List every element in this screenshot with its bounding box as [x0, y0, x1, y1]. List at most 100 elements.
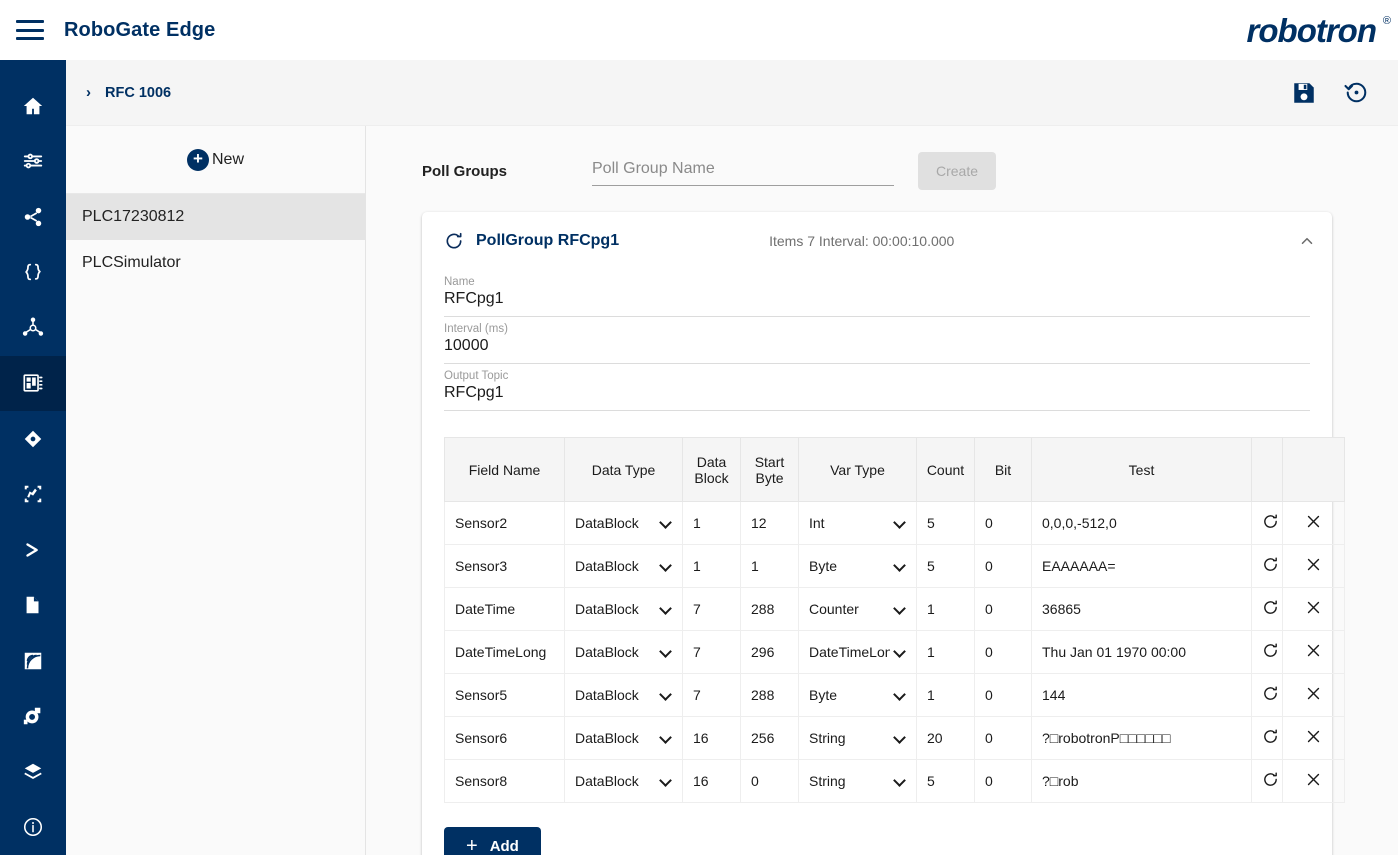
cell-count[interactable]: 1 [916, 673, 975, 717]
var-type-select[interactable]: Int [809, 515, 906, 531]
sidebar-item-files[interactable] [0, 578, 66, 634]
cell-var-type[interactable]: String [798, 759, 917, 803]
cell-count[interactable]: 5 [916, 544, 975, 588]
cell-data-type[interactable]: DataBlock [564, 630, 683, 674]
cell-refresh[interactable] [1251, 630, 1283, 674]
cell-field-name[interactable]: Sensor2 [444, 501, 565, 545]
save-icon[interactable] [1291, 80, 1317, 106]
row-delete-icon[interactable] [1305, 642, 1322, 659]
row-refresh-icon[interactable] [1262, 599, 1279, 616]
sidebar-item-mqtt[interactable] [0, 300, 66, 356]
data-type-select[interactable]: DataBlock [575, 558, 672, 574]
cell-delete[interactable] [1282, 759, 1345, 803]
restore-icon[interactable] [1343, 79, 1370, 106]
row-delete-icon[interactable] [1305, 728, 1322, 745]
cell-delete[interactable] [1282, 587, 1345, 631]
cell-bit[interactable]: 0 [974, 587, 1032, 631]
row-delete-icon[interactable] [1305, 685, 1322, 702]
cell-refresh[interactable] [1251, 673, 1283, 717]
row-delete-icon[interactable] [1305, 513, 1322, 530]
data-type-select[interactable]: DataBlock [575, 773, 672, 789]
cell-count[interactable]: 5 [916, 759, 975, 803]
cell-data-block[interactable]: 7 [682, 673, 741, 717]
cell-count[interactable]: 20 [916, 716, 975, 760]
cell-refresh[interactable] [1251, 759, 1283, 803]
poll-group-name-input[interactable] [592, 156, 894, 186]
cell-delete[interactable] [1282, 716, 1345, 760]
sidebar-item-layers[interactable] [0, 744, 66, 800]
cell-data-block[interactable]: 7 [682, 630, 741, 674]
field-name-input[interactable] [444, 290, 1310, 317]
list-item[interactable]: PLCSimulator [66, 240, 365, 286]
row-refresh-icon[interactable] [1262, 685, 1279, 702]
cell-var-type[interactable]: Byte [798, 544, 917, 588]
cell-data-block[interactable]: 1 [682, 501, 741, 545]
cell-var-type[interactable]: String [798, 716, 917, 760]
data-type-select[interactable]: DataBlock [575, 644, 672, 660]
cell-field-name[interactable]: Sensor5 [444, 673, 565, 717]
cell-field-name[interactable]: DateTime [444, 587, 565, 631]
cell-delete[interactable] [1282, 630, 1345, 674]
sidebar-item-share[interactable] [0, 189, 66, 245]
row-refresh-icon[interactable] [1262, 728, 1279, 745]
sidebar-item-datablocks[interactable] [0, 355, 66, 411]
cell-var-type[interactable]: Byte [798, 673, 917, 717]
cell-data-type[interactable]: DataBlock [564, 673, 683, 717]
cell-count[interactable]: 1 [916, 587, 975, 631]
cell-start-byte[interactable]: 1 [740, 544, 799, 588]
row-delete-icon[interactable] [1305, 771, 1322, 788]
sidebar-item-info[interactable] [0, 800, 66, 855]
cell-bit[interactable]: 0 [974, 716, 1032, 760]
cell-bit[interactable]: 0 [974, 759, 1032, 803]
new-button[interactable]: + New [66, 126, 365, 194]
cell-data-block[interactable]: 16 [682, 716, 741, 760]
row-delete-icon[interactable] [1305, 599, 1322, 616]
var-type-select[interactable]: String [809, 730, 906, 746]
sidebar-item-signal[interactable] [0, 633, 66, 689]
cell-delete[interactable] [1282, 673, 1345, 717]
var-type-select[interactable]: Byte [809, 687, 906, 703]
breadcrumb-chevron-icon[interactable]: › [86, 84, 91, 101]
sidebar-item-settings[interactable] [0, 134, 66, 190]
cell-data-block[interactable]: 16 [682, 759, 741, 803]
cell-refresh[interactable] [1251, 716, 1283, 760]
cell-var-type[interactable]: Int [798, 501, 917, 545]
data-type-select[interactable]: DataBlock [575, 515, 672, 531]
row-refresh-icon[interactable] [1262, 513, 1279, 530]
cell-bit[interactable]: 0 [974, 630, 1032, 674]
data-type-select[interactable]: DataBlock [575, 601, 672, 617]
sidebar-item-services[interactable] [0, 689, 66, 745]
cell-start-byte[interactable]: 256 [740, 716, 799, 760]
cell-var-type[interactable]: DateTimeLong [798, 630, 917, 674]
cell-start-byte[interactable]: 288 [740, 587, 799, 631]
sidebar-item-node[interactable] [0, 411, 66, 467]
cell-data-type[interactable]: DataBlock [564, 716, 683, 760]
cell-start-byte[interactable]: 0 [740, 759, 799, 803]
var-type-select[interactable]: Byte [809, 558, 906, 574]
field-interval-input[interactable] [444, 337, 1310, 364]
cell-field-name[interactable]: DateTimeLong [444, 630, 565, 674]
data-type-select[interactable]: DataBlock [575, 687, 672, 703]
cell-data-type[interactable]: DataBlock [564, 759, 683, 803]
data-type-select[interactable]: DataBlock [575, 730, 672, 746]
cell-count[interactable]: 1 [916, 630, 975, 674]
cell-count[interactable]: 5 [916, 501, 975, 545]
row-delete-icon[interactable] [1305, 556, 1322, 573]
cell-refresh[interactable] [1251, 501, 1283, 545]
var-type-select[interactable]: String [809, 773, 906, 789]
var-type-select[interactable]: Counter [809, 601, 906, 617]
cell-bit[interactable]: 0 [974, 673, 1032, 717]
cell-data-type[interactable]: DataBlock [564, 587, 683, 631]
cell-start-byte[interactable]: 12 [740, 501, 799, 545]
breadcrumb-label[interactable]: RFC 1006 [105, 85, 171, 101]
cell-refresh[interactable] [1251, 544, 1283, 588]
cell-start-byte[interactable]: 296 [740, 630, 799, 674]
cell-data-type[interactable]: DataBlock [564, 501, 683, 545]
cell-delete[interactable] [1282, 544, 1345, 588]
sidebar-item-home[interactable] [0, 78, 66, 134]
cell-bit[interactable]: 0 [974, 501, 1032, 545]
sidebar-item-opcua[interactable] [0, 467, 66, 523]
cell-data-type[interactable]: DataBlock [564, 544, 683, 588]
hamburger-menu-icon[interactable] [16, 20, 44, 40]
create-button[interactable]: Create [918, 152, 996, 190]
